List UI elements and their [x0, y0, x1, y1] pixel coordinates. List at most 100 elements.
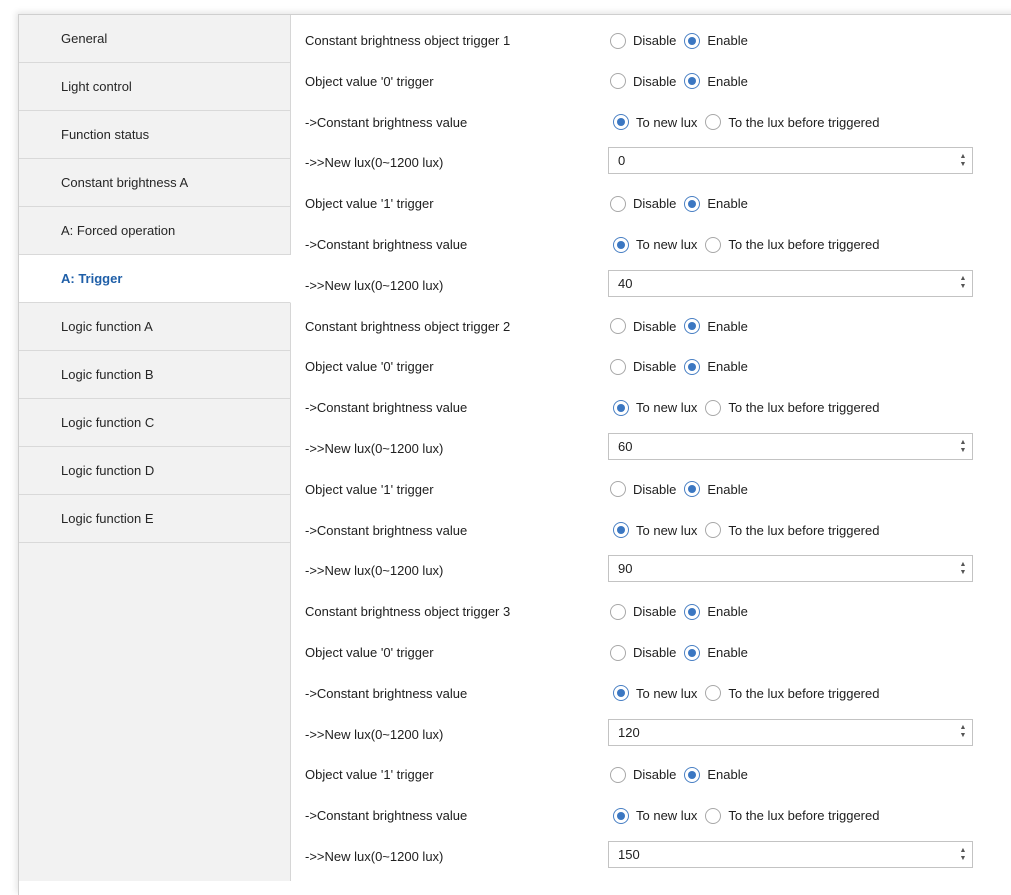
enable-radio[interactable]: Enable — [684, 32, 748, 49]
enable-radio[interactable]: Enable — [684, 318, 748, 335]
disable-radio[interactable]: Disable — [610, 73, 676, 90]
spin-arrows[interactable]: ▲ ▼ — [954, 434, 972, 459]
to-lux-before-radio[interactable]: To the lux before triggered — [705, 685, 879, 702]
to-new-lux-radio[interactable]: To new lux — [613, 522, 697, 539]
sidebar-item-logic-function-a[interactable]: Logic function A — [19, 303, 290, 351]
radio-circle-icon[interactable] — [610, 644, 626, 661]
spin-arrows[interactable]: ▲ ▼ — [954, 271, 972, 296]
to-lux-before-radio[interactable]: To the lux before triggered — [705, 522, 879, 539]
radio-circle-icon[interactable] — [610, 32, 626, 49]
radio-circle-icon[interactable] — [684, 603, 701, 620]
radio-circle-icon[interactable] — [613, 114, 629, 131]
radio-circle-icon[interactable] — [705, 522, 722, 539]
to-lux-before-radio[interactable]: To the lux before triggered — [705, 399, 879, 416]
spin-down-icon[interactable]: ▼ — [960, 283, 967, 291]
to-new-lux-radio[interactable]: To new lux — [613, 114, 697, 131]
spin-arrows[interactable]: ▲ ▼ — [954, 842, 972, 867]
to-new-lux-radio[interactable]: To new lux — [613, 236, 697, 253]
enable-radio[interactable]: Enable — [684, 481, 748, 498]
radio-circle-icon[interactable] — [610, 481, 626, 498]
to-lux-before-radio[interactable]: To the lux before triggered — [705, 807, 879, 824]
new-lux-spinbox[interactable]: 60 ▲ ▼ — [608, 433, 973, 460]
enable-radio[interactable]: Enable — [684, 644, 748, 661]
radio-circle-icon[interactable] — [610, 73, 626, 90]
radio-circle-icon[interactable] — [684, 358, 701, 375]
spin-arrows[interactable]: ▲ ▼ — [954, 556, 972, 581]
spin-up-icon[interactable]: ▲ — [960, 153, 967, 161]
radio-circle-icon[interactable] — [684, 644, 701, 661]
radio-circle-icon[interactable] — [613, 807, 629, 824]
enable-radio[interactable]: Enable — [684, 766, 748, 783]
radio-circle-icon[interactable] — [705, 807, 722, 824]
spinbox-value[interactable]: 60 — [609, 439, 954, 454]
spinbox-value[interactable]: 0 — [609, 153, 954, 168]
spin-up-icon[interactable]: ▲ — [960, 724, 967, 732]
radio-circle-icon[interactable] — [613, 522, 629, 539]
to-lux-before-radio[interactable]: To the lux before triggered — [705, 236, 879, 253]
sidebar-item-light-control[interactable]: Light control — [19, 63, 290, 111]
radio-circle-icon[interactable] — [705, 236, 722, 253]
sidebar-item-general[interactable]: General — [19, 15, 290, 63]
spin-up-icon[interactable]: ▲ — [960, 275, 967, 283]
radio-circle-icon[interactable] — [684, 766, 701, 783]
new-lux-spinbox[interactable]: 150 ▲ ▼ — [608, 841, 973, 868]
spin-up-icon[interactable]: ▲ — [960, 561, 967, 569]
spinbox-value[interactable]: 40 — [609, 276, 954, 291]
disable-radio[interactable]: Disable — [610, 644, 676, 661]
enable-radio[interactable]: Enable — [684, 195, 748, 212]
sidebar-item-a-trigger[interactable]: A: Trigger — [19, 255, 291, 303]
spin-down-icon[interactable]: ▼ — [960, 569, 967, 577]
sidebar-item-logic-function-d[interactable]: Logic function D — [19, 447, 290, 495]
spinbox-value[interactable]: 120 — [609, 725, 954, 740]
disable-radio[interactable]: Disable — [610, 481, 676, 498]
radio-circle-icon[interactable] — [705, 399, 722, 416]
radio-circle-icon[interactable] — [610, 766, 626, 783]
spin-down-icon[interactable]: ▼ — [960, 732, 967, 740]
radio-circle-icon[interactable] — [705, 685, 722, 702]
new-lux-spinbox[interactable]: 90 ▲ ▼ — [608, 555, 973, 583]
disable-radio[interactable]: Disable — [610, 195, 676, 212]
radio-circle-icon[interactable] — [613, 236, 629, 253]
spin-down-icon[interactable]: ▼ — [960, 447, 967, 455]
spinbox-value[interactable]: 90 — [609, 561, 954, 576]
disable-radio[interactable]: Disable — [610, 766, 676, 783]
sidebar-item-constant-brightness-a[interactable]: Constant brightness A — [19, 159, 290, 207]
radio-circle-icon[interactable] — [610, 358, 626, 375]
radio-circle-icon[interactable] — [613, 399, 629, 416]
radio-circle-icon[interactable] — [610, 603, 626, 620]
sidebar-item-logic-function-c[interactable]: Logic function C — [19, 399, 290, 447]
spin-up-icon[interactable]: ▲ — [960, 439, 967, 447]
enable-radio[interactable]: Enable — [684, 603, 748, 620]
new-lux-spinbox[interactable]: 120 ▲ ▼ — [608, 718, 973, 746]
radio-circle-icon[interactable] — [684, 32, 701, 49]
to-lux-before-radio[interactable]: To the lux before triggered — [705, 114, 879, 131]
to-new-lux-radio[interactable]: To new lux — [613, 807, 697, 824]
new-lux-spinbox[interactable]: 0 ▲ ▼ — [608, 147, 973, 175]
radio-circle-icon[interactable] — [684, 73, 701, 90]
spin-down-icon[interactable]: ▼ — [960, 855, 967, 863]
radio-circle-icon[interactable] — [705, 114, 722, 131]
radio-circle-icon[interactable] — [610, 318, 626, 335]
to-new-lux-radio[interactable]: To new lux — [613, 399, 697, 416]
radio-circle-icon[interactable] — [610, 195, 626, 212]
new-lux-spinbox[interactable]: 40 ▲ ▼ — [608, 269, 973, 297]
spin-down-icon[interactable]: ▼ — [960, 161, 967, 169]
sidebar-item-function-status[interactable]: Function status — [19, 111, 290, 159]
sidebar-item-logic-function-e[interactable]: Logic function E — [19, 495, 290, 543]
radio-circle-icon[interactable] — [613, 685, 629, 702]
disable-radio[interactable]: Disable — [610, 603, 676, 620]
to-new-lux-radio[interactable]: To new lux — [613, 685, 697, 702]
sidebar-item-logic-function-b[interactable]: Logic function B — [19, 351, 290, 399]
enable-radio[interactable]: Enable — [684, 358, 748, 375]
spinbox-value[interactable]: 150 — [609, 847, 954, 862]
sidebar-item-a-forced-operation[interactable]: A: Forced operation — [19, 207, 290, 255]
radio-circle-icon[interactable] — [684, 195, 701, 212]
spin-arrows[interactable]: ▲ ▼ — [954, 148, 972, 173]
disable-radio[interactable]: Disable — [610, 318, 676, 335]
radio-circle-icon[interactable] — [684, 481, 701, 498]
spin-arrows[interactable]: ▲ ▼ — [954, 720, 972, 745]
radio-circle-icon[interactable] — [684, 318, 701, 335]
spin-up-icon[interactable]: ▲ — [960, 847, 967, 855]
disable-radio[interactable]: Disable — [610, 32, 676, 49]
enable-radio[interactable]: Enable — [684, 73, 748, 90]
